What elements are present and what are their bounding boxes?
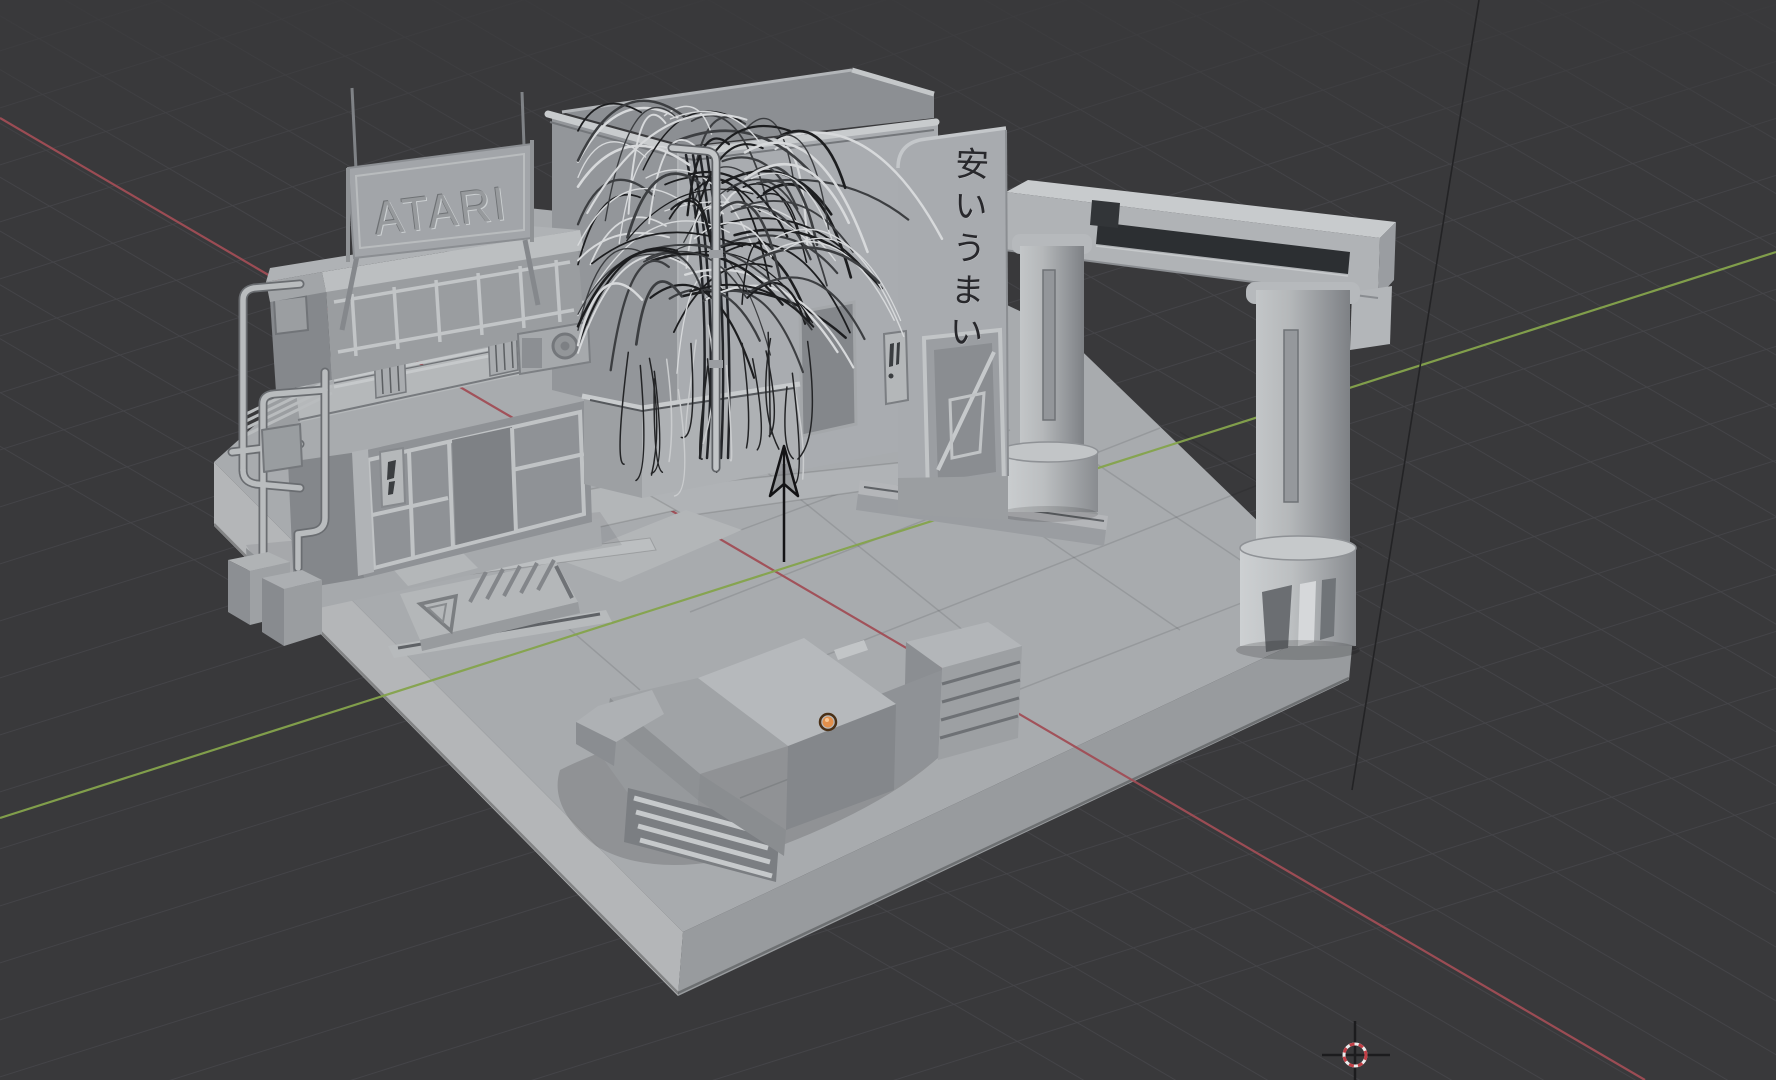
pylon-base [898, 476, 1008, 520]
pillar-slot [1042, 269, 1056, 421]
shop-door[interactable] [452, 427, 516, 545]
upper-left-box [272, 294, 310, 336]
kanji-wall-text[interactable]: 安いうまい [936, 145, 994, 397]
blender-3d-viewport[interactable]: ATARI 安いうまい [0, 0, 1776, 1080]
beam-top-notch [1090, 200, 1120, 228]
menu-plate[interactable] [378, 446, 407, 509]
small-sign-plate[interactable] [882, 329, 910, 406]
pillar-slot [1283, 329, 1299, 503]
